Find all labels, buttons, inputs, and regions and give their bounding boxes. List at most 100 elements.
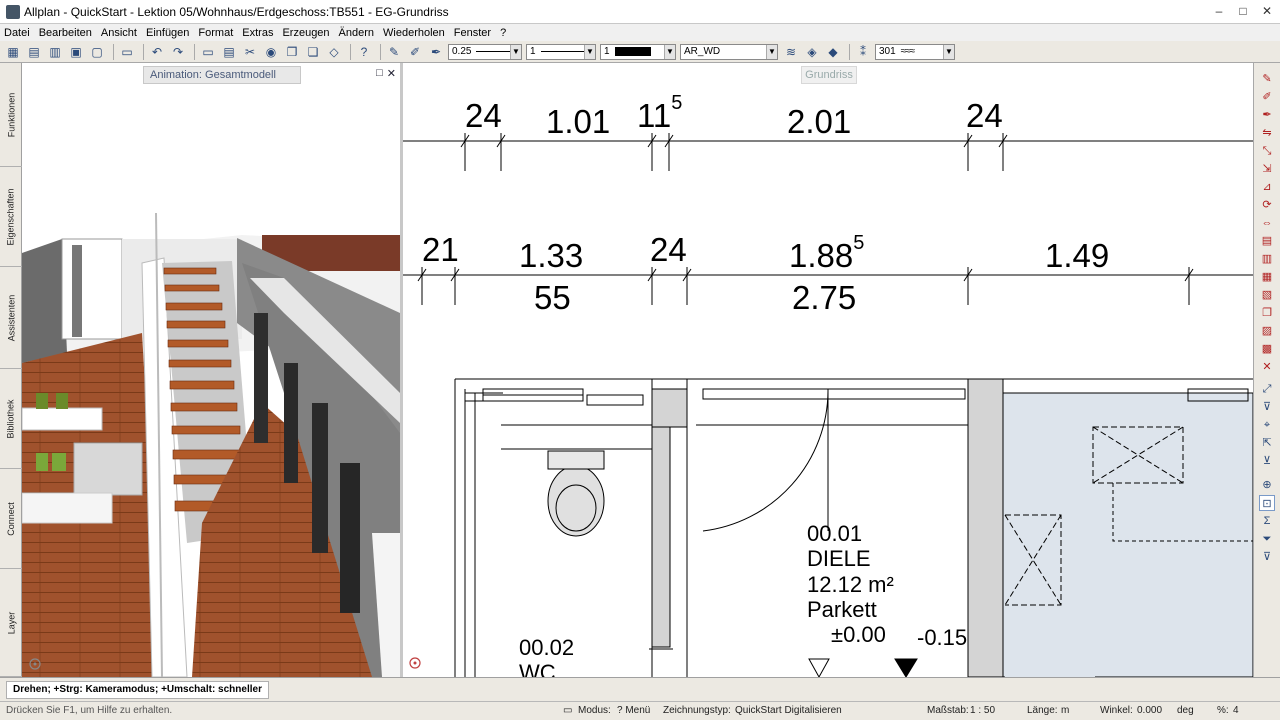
mirror-copy-icon[interactable]: ⊿ [1259, 179, 1275, 195]
tab-bibliothek[interactable]: Bibliothek [0, 369, 22, 469]
close-button[interactable]: ✕ [1260, 4, 1274, 18]
modify-icon[interactable]: ✒ [1259, 107, 1275, 123]
layer-lock-icon[interactable]: ◆ [824, 43, 842, 61]
close-viewport-button[interactable]: ✕ [387, 67, 396, 80]
delete-pen-icon[interactable]: ✎ [1259, 71, 1275, 87]
floor-plan-viewport[interactable]: Grundriss 24 1.01 115 2.01 24 21 1.33 55… [403, 63, 1253, 677]
align-icon[interactable]: ▤ [1259, 233, 1275, 249]
viewport-3d-caption: Animation: Gesamtmodell [143, 66, 301, 84]
line-color-value: 1 [604, 46, 610, 57]
status-drawing-type-value[interactable]: QuickStart Digitalisieren [735, 705, 842, 716]
filter-down-icon[interactable]: ⊻ [1259, 453, 1275, 469]
layer-icon[interactable]: ▨ [1259, 323, 1275, 339]
copy-icon[interactable]: ❐ [1259, 305, 1275, 321]
maximize-button[interactable]: □ [1236, 4, 1250, 18]
tab-connect[interactable]: Connect [0, 469, 22, 569]
eyedropper-icon[interactable]: ✒ [427, 43, 445, 61]
copy-region-icon[interactable]: ▤ [220, 43, 238, 61]
move-icon[interactable]: ⇔ [1259, 215, 1275, 231]
copy-icon[interactable]: ❐ [283, 43, 301, 61]
stretch-icon[interactable]: ⤡ [1259, 143, 1275, 159]
measure-icon[interactable]: ⤢ [1259, 381, 1275, 397]
snap-icon[interactable]: ⌖ [1259, 417, 1275, 433]
menu-aendern[interactable]: Ändern [339, 27, 374, 39]
redo-icon[interactable]: ↷ [169, 43, 187, 61]
status-scale-value[interactable]: 1 : 50 [970, 705, 995, 716]
dimension-label: 2.01 [787, 103, 852, 140]
chevron-down-icon: ▼ [584, 44, 595, 59]
print-icon[interactable]: ▢ [88, 43, 106, 61]
menu-bearbeiten[interactable]: Bearbeiten [39, 27, 92, 39]
dimension-main: 1.88 [789, 237, 854, 274]
dimension-superscript: 5 [853, 232, 865, 254]
tab-assistenten[interactable]: Assistenten [0, 267, 22, 369]
rotate-icon[interactable]: ⟳ [1259, 197, 1275, 213]
menu-einfuegen[interactable]: Einfügen [146, 27, 189, 39]
zoom-window-icon[interactable]: ⊡ [1259, 495, 1275, 511]
view-icon[interactable]: ◉ [262, 43, 280, 61]
tab-layer[interactable]: Layer [0, 569, 22, 677]
menu-fenster[interactable]: Fenster [454, 27, 491, 39]
menu-erzeugen[interactable]: Erzeugen [282, 27, 329, 39]
help-icon[interactable]: ? [355, 43, 373, 61]
status-angle-value[interactable]: 0.000 [1137, 705, 1162, 716]
tab-label: Layer [6, 611, 17, 634]
pen-icon[interactable]: ✐ [406, 43, 424, 61]
dimension-label: 2.75 [792, 279, 857, 316]
menu-wiederholen[interactable]: Wiederholen [383, 27, 445, 39]
new-project-icon[interactable]: ▦ [4, 43, 22, 61]
animation-viewport[interactable]: Animation: Gesamtmodell □ ✕ [22, 63, 400, 677]
preview-icon[interactable]: ▭ [118, 43, 136, 61]
menu-help[interactable]: ? [500, 27, 506, 39]
offset-icon[interactable]: ▧ [1259, 287, 1275, 303]
layer-settings-icon[interactable]: ≋ [782, 43, 800, 61]
menu-datei[interactable]: Datei [4, 27, 30, 39]
fileset-icon[interactable]: ▥ [46, 43, 64, 61]
paste-icon[interactable]: ❏ [304, 43, 322, 61]
layer-visibility-icon[interactable]: ◈ [803, 43, 821, 61]
status-length-value[interactable]: m [1061, 705, 1069, 716]
save-icon[interactable]: ▣ [67, 43, 85, 61]
mirror-icon[interactable]: ⇋ [1259, 125, 1275, 141]
scissors-icon[interactable]: ✂ [241, 43, 259, 61]
palette-tabs: Funktionen Eigenschaften Assistenten Bib… [0, 63, 22, 677]
toolbar-separator [143, 43, 144, 60]
cube-icon[interactable]: ◇ [325, 43, 343, 61]
hatch-style-select[interactable]: 301 ≈≈≈ ▼ [875, 43, 955, 60]
cut-region-icon[interactable]: ▭ [199, 43, 217, 61]
dimension-label: 55 [534, 279, 571, 316]
layer-select[interactable]: AR_WD ▼ [680, 43, 778, 60]
toolbar-separator [194, 43, 195, 60]
menu-extras[interactable]: Extras [242, 27, 273, 39]
chevron-down-icon: ▼ [510, 44, 521, 59]
crosshair-icon[interactable]: ⊕ [1259, 477, 1275, 493]
minimize-button[interactable]: – [1212, 4, 1226, 18]
tab-eigenschaften[interactable]: Eigenschaften [0, 167, 22, 267]
pen-thickness-select[interactable]: 0.25 ▼ [448, 43, 522, 60]
model-3d-render[interactable] [22, 63, 400, 677]
funnel-icon[interactable]: ⏷ [1259, 531, 1275, 547]
extend-icon[interactable]: ▦ [1259, 269, 1275, 285]
format-painter-icon[interactable]: ✎ [385, 43, 403, 61]
menu-bar: Datei Bearbeiten Ansicht Einfügen Format… [0, 24, 1280, 41]
maximize-viewport-button[interactable]: □ [376, 67, 383, 80]
undo-icon[interactable]: ↶ [148, 43, 166, 61]
hatch-icon[interactable]: ⁑ [854, 43, 872, 61]
menu-format[interactable]: Format [198, 27, 233, 39]
pen-icon[interactable]: ✐ [1259, 89, 1275, 105]
menu-ansicht[interactable]: Ansicht [101, 27, 137, 39]
properties-icon[interactable]: ▩ [1259, 341, 1275, 357]
line-type-select[interactable]: 1 ▼ [526, 43, 596, 60]
status-modus-value[interactable]: ? Menü [617, 705, 650, 716]
sum-icon[interactable]: Σ [1259, 513, 1275, 529]
select-icon[interactable]: ⇱ [1259, 435, 1275, 451]
filter-icon[interactable]: ⊽ [1259, 399, 1275, 415]
trim-icon[interactable]: ▥ [1259, 251, 1275, 267]
dimension-superscript: 5 [671, 92, 683, 114]
funnel-plus-icon[interactable]: ⊽ [1259, 549, 1275, 565]
line-color-select[interactable]: 1 ▼ [600, 43, 676, 60]
delete-icon[interactable]: ✕ [1259, 359, 1275, 375]
open-files-icon[interactable]: ▤ [25, 43, 43, 61]
scale-icon[interactable]: ⇲ [1259, 161, 1275, 177]
tab-funktionen[interactable]: Funktionen [0, 63, 22, 167]
